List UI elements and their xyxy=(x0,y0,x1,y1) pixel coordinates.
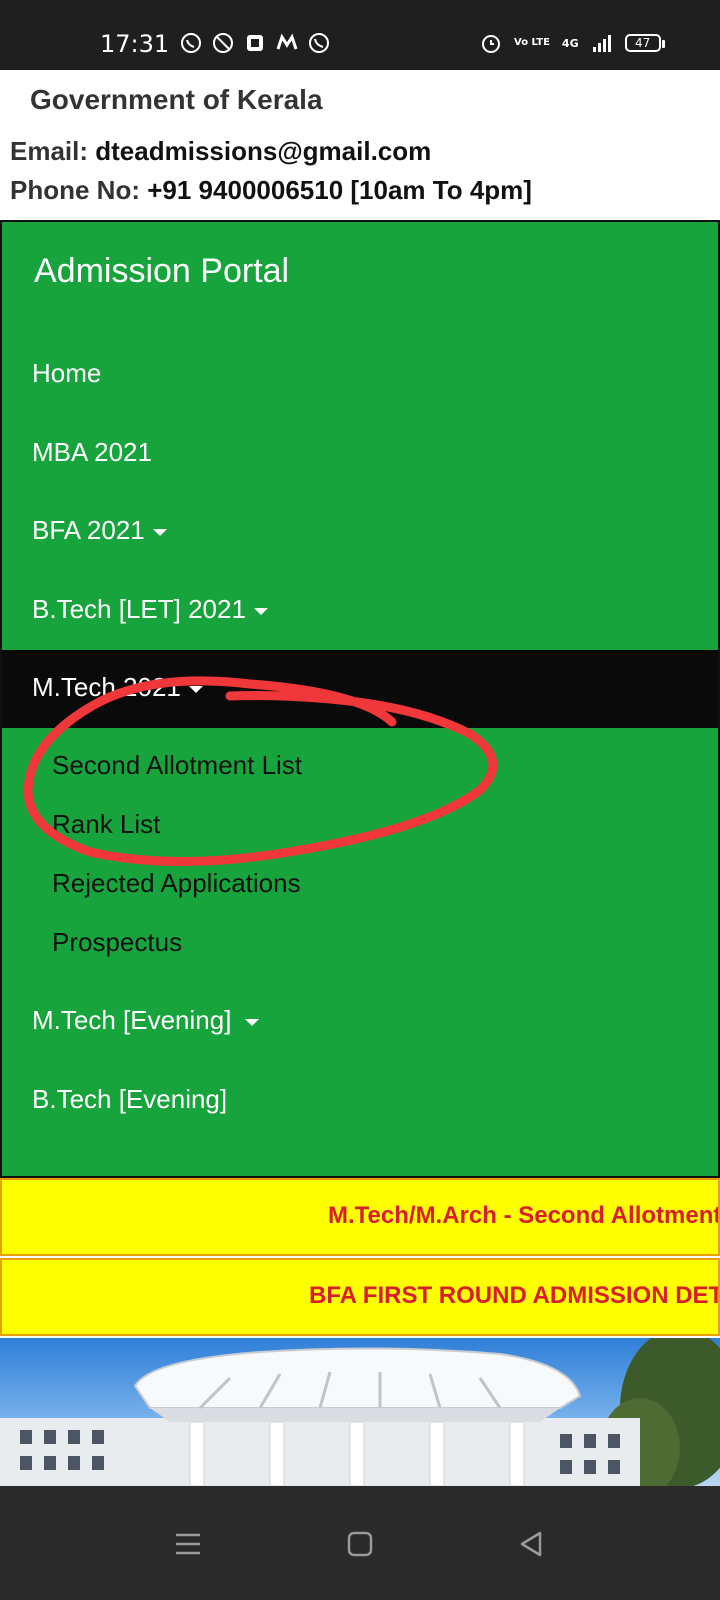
status-left-icons xyxy=(180,32,330,54)
announcement-marquee[interactable]: M.Tech/M.Arch - Second Allotment xyxy=(0,1178,720,1256)
nav-item-label: M.Tech 2021 xyxy=(32,672,181,702)
campus-building-image xyxy=(0,1338,720,1486)
phone-call-icon xyxy=(309,33,329,53)
caret-down-icon xyxy=(245,1018,260,1026)
caret-down-icon xyxy=(152,528,167,536)
caret-down-icon xyxy=(188,685,203,693)
myntra-icon xyxy=(276,33,298,50)
recent-apps-icon[interactable] xyxy=(168,1524,208,1564)
announcement-marquee[interactable]: BFA FIRST ROUND ADMISSION DETAILS xyxy=(0,1258,720,1336)
signal-4g-icon: 4G xyxy=(561,36,579,50)
building-illustration xyxy=(0,1338,720,1486)
submenu-item-rejected[interactable]: Rejected Applications xyxy=(52,868,301,899)
main-nav: Admission Portal Home MBA 2021 BFA 2021 … xyxy=(0,220,720,1178)
nav-item-btech-let[interactable]: B.Tech [LET] 2021 xyxy=(32,594,268,625)
status-bar: 17:31 Vo LTE 4G 47 xyxy=(0,0,720,70)
contact-email: Email: dteadmissions@gmail.com xyxy=(10,136,431,167)
nav-item-bfa[interactable]: BFA 2021 xyxy=(32,515,167,546)
alarm-icon xyxy=(482,35,500,53)
page-title: Government of Kerala xyxy=(30,84,323,115)
notification-app-icon xyxy=(247,35,263,51)
nav-item-label: M.Tech [Evening] xyxy=(32,1005,232,1035)
location-off-icon xyxy=(213,33,233,53)
system-navigation-bar xyxy=(0,1486,720,1600)
volte-icon: Vo LTE xyxy=(514,37,550,48)
announcement-text[interactable]: M.Tech/M.Arch - Second Allotment xyxy=(328,1202,718,1230)
announcement-text[interactable]: BFA FIRST ROUND ADMISSION DETAILS xyxy=(309,1282,718,1310)
caret-down-icon xyxy=(253,607,268,615)
nav-item-label: Home xyxy=(32,358,102,388)
email-label: Email: xyxy=(10,136,89,166)
submenu-item-second-allotment[interactable]: Second Allotment List xyxy=(52,750,302,781)
nav-item-mba[interactable]: MBA 2021 xyxy=(32,437,152,468)
nav-item-label: BFA 2021 xyxy=(32,515,145,545)
nav-item-label: B.Tech [LET] 2021 xyxy=(32,594,246,624)
status-right-icons: Vo LTE 4G 47 xyxy=(480,32,665,54)
nav-brand[interactable]: Admission Portal xyxy=(34,252,289,291)
submenu-item-rank-list[interactable]: Rank List xyxy=(52,809,160,840)
submenu-item-prospectus[interactable]: Prospectus xyxy=(52,927,182,958)
back-icon[interactable] xyxy=(512,1524,552,1564)
phone-value[interactable]: +91 9400006510 [10am To 4pm] xyxy=(147,175,532,205)
nav-item-btech-evening[interactable]: B.Tech [Evening] xyxy=(32,1084,227,1115)
contact-phone: Phone No: +91 9400006510 [10am To 4pm] xyxy=(10,175,532,206)
battery-icon: 47 xyxy=(624,34,665,52)
status-time: 17:31 xyxy=(100,30,170,58)
nav-item-label: MBA 2021 xyxy=(32,437,152,467)
nav-item-home[interactable]: Home xyxy=(32,358,101,389)
phone-label: Phone No: xyxy=(10,175,140,205)
whatsapp-icon xyxy=(181,33,201,53)
nav-item-label: B.Tech [Evening] xyxy=(32,1084,228,1114)
nav-item-mtech-evening[interactable]: M.Tech [Evening] xyxy=(32,1005,260,1036)
email-value[interactable]: dteadmissions@gmail.com xyxy=(95,136,431,166)
nav-item-mtech[interactable]: M.Tech 2021 xyxy=(32,672,203,703)
home-button-icon[interactable] xyxy=(340,1524,380,1564)
signal-bars-icon xyxy=(592,35,611,52)
